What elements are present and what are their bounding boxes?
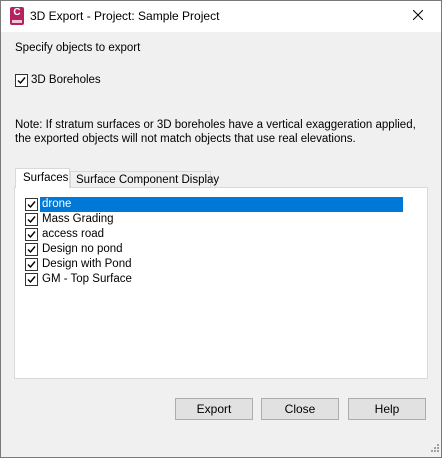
checkmark-icon (27, 276, 36, 284)
surface-checkbox[interactable] (25, 243, 38, 256)
tab-component-display-label: Surface Component Display (76, 174, 220, 186)
surface-name: Design no pond (42, 243, 123, 255)
list-item-drone[interactable]: drone (25, 197, 403, 212)
boreholes-label[interactable]: 3D Boreholes (31, 73, 101, 87)
surface-name: Design with Pond (42, 258, 132, 270)
surface-name: drone (40, 197, 403, 212)
title-bar[interactable]: C 3D Export - Project: Sample Project (1, 1, 441, 32)
surface-name: GM - Top Surface (42, 273, 132, 285)
surface-checkbox[interactable] (25, 213, 38, 226)
boreholes-checkbox[interactable] (15, 74, 28, 87)
surface-checkbox[interactable] (25, 228, 38, 241)
checkmark-icon (17, 77, 26, 85)
close-icon (412, 9, 424, 23)
checkmark-icon (27, 246, 36, 254)
help-button[interactable]: Help (348, 398, 426, 420)
close-button[interactable]: Close (261, 398, 339, 420)
surface-name: access road (42, 228, 105, 240)
tab-surface-component-display[interactable]: Surface Component Display (70, 171, 219, 187)
export-dialog: C 3D Export - Project: Sample Project Sp… (0, 0, 442, 458)
checkmark-icon (27, 216, 36, 224)
surface-checkbox[interactable] (25, 198, 38, 211)
window-title: 3D Export - Project: Sample Project (30, 9, 220, 23)
list-item-design-no-pond[interactable]: Design no pond (25, 242, 403, 257)
checkmark-icon (27, 261, 36, 269)
window-close-button[interactable] (395, 1, 441, 32)
surface-checkbox[interactable] (25, 258, 38, 271)
app-icon-letter: C (13, 7, 21, 18)
surface-checkbox[interactable] (25, 273, 38, 286)
list-item-access-road[interactable]: access road (25, 227, 403, 242)
resize-grip-icon[interactable] (429, 442, 439, 455)
list-item-design-with-pond[interactable]: Design with Pond (25, 257, 403, 272)
checkmark-icon (27, 231, 36, 239)
civil3d-app-icon: C (10, 7, 24, 25)
export-button[interactable]: Export (175, 398, 253, 420)
note-text: Note: If stratum surfaces or 3D borehole… (15, 119, 416, 145)
instructions-label: Specify objects to export (15, 42, 141, 54)
surface-name: Mass Grading (42, 213, 114, 225)
checkmark-icon (27, 201, 36, 209)
tab-surfaces[interactable]: Surfaces (15, 168, 70, 188)
list-item-mass-grading[interactable]: Mass Grading (25, 212, 403, 227)
tab-surfaces-label: Surfaces (23, 172, 69, 184)
surfaces-list[interactable]: drone Mass Grading access road Design no… (14, 187, 428, 379)
list-item-gm-top-surface[interactable]: GM - Top Surface (25, 272, 403, 287)
